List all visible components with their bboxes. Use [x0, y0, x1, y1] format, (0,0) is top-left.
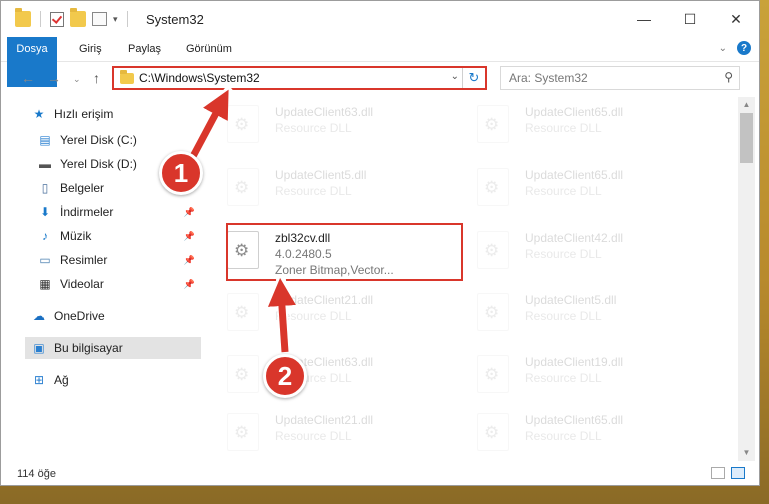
- file-item[interactable]: ⚙ UpdateClient5.dll Resource DLL: [205, 162, 435, 212]
- dll-file-icon: ⚙: [227, 413, 259, 451]
- back-arrow-icon[interactable]: ←: [21, 70, 35, 86]
- pin-icon[interactable]: 📌: [184, 207, 195, 218]
- file-item[interactable]: ⚙ UpdateClient21.dll Resource DLL: [205, 287, 435, 337]
- navigation-pane: ★ Hızlı erişim ▤ Yerel Disk (C:) ▬ Yerel…: [1, 97, 201, 461]
- help-icon[interactable]: ?: [737, 41, 751, 55]
- expand-ribbon-icon[interactable]: ⌄: [719, 43, 727, 54]
- file-item-zbl32cv[interactable]: ⚙ zbl32cv.dll 4.0.2480.5 Zoner Bitmap,Ve…: [205, 225, 435, 277]
- nav-pictures[interactable]: ▭ Resimler 📌: [37, 249, 201, 271]
- file-item[interactable]: ⚙ UpdateClient42.dll Resource DLL: [455, 225, 685, 275]
- dll-file-icon: ⚙: [477, 293, 509, 331]
- dll-file-icon: ⚙: [227, 231, 259, 269]
- search-icon[interactable]: ⚲: [724, 70, 733, 84]
- cloud-icon: ☁: [33, 309, 45, 323]
- nav-network[interactable]: ⊞ Ağ: [31, 369, 201, 391]
- computer-icon: ▣: [33, 341, 45, 355]
- properties-icon[interactable]: [92, 12, 107, 26]
- dll-file-icon: ⚙: [227, 355, 259, 393]
- qat-dropdown-icon[interactable]: ▾: [113, 14, 118, 25]
- tab-share[interactable]: Paylaş: [128, 37, 161, 61]
- dll-file-icon: ⚙: [477, 231, 509, 269]
- file-item[interactable]: ⚙ UpdateClient21.dll Resource DLL: [205, 407, 435, 457]
- dll-file-icon: ⚙: [477, 168, 509, 206]
- star-icon: ★: [33, 107, 45, 121]
- window-title: System32: [146, 12, 204, 27]
- forward-arrow-icon[interactable]: →: [47, 70, 61, 86]
- recent-locations-icon[interactable]: ⌄: [73, 74, 81, 85]
- file-item[interactable]: ⚙ UpdateClient5.dll Resource DLL: [455, 287, 685, 337]
- scrollbar-thumb[interactable]: [740, 113, 753, 163]
- pictures-icon: ▭: [39, 253, 51, 267]
- nav-drive-c[interactable]: ▤ Yerel Disk (C:): [37, 129, 201, 151]
- window-controls: — ☐ ✕: [621, 1, 759, 37]
- address-folder-icon: [120, 70, 134, 84]
- new-folder-icon[interactable]: [70, 8, 86, 27]
- nav-this-pc[interactable]: ▣ Bu bilgisayar: [25, 337, 201, 359]
- address-bar[interactable]: C:\Windows\System32 ⌄ ↻: [112, 66, 487, 90]
- nav-onedrive[interactable]: ☁ OneDrive: [31, 305, 201, 327]
- explorer-window: ▾ System32 — ☐ ✕ Dosya Giriş Paylaş Görü…: [0, 0, 760, 486]
- dll-file-icon: ⚙: [227, 168, 259, 206]
- download-icon: ⬇: [39, 205, 51, 219]
- network-icon: ⊞: [33, 373, 45, 387]
- pin-icon[interactable]: 📌: [184, 255, 195, 266]
- search-input[interactable]: Ara: System32: [509, 71, 588, 85]
- minimize-button[interactable]: —: [621, 1, 667, 37]
- tab-view[interactable]: Görünüm: [186, 37, 232, 61]
- step-badge-1: 1: [159, 151, 203, 195]
- music-icon: ♪: [42, 229, 48, 243]
- scroll-down-icon[interactable]: ▼: [738, 445, 755, 461]
- details-view-icon[interactable]: [711, 467, 725, 479]
- file-list: ⚙ UpdateClient63.dll Resource DLL ⚙ Upda…: [205, 97, 737, 461]
- address-path[interactable]: C:\Windows\System32: [139, 71, 260, 85]
- tab-home[interactable]: Giriş: [79, 37, 102, 61]
- file-item[interactable]: ⚙ UpdateClient65.dll Resource DLL: [455, 99, 685, 149]
- dll-file-icon: ⚙: [477, 413, 509, 451]
- navigation-bar: ← → ⌄ ↑ C:\Windows\System32 ⌄ ↻ Ara: Sys…: [1, 62, 759, 96]
- pin-icon[interactable]: 📌: [184, 231, 195, 242]
- file-item[interactable]: ⚙ UpdateClient19.dll Resource DLL: [455, 349, 685, 399]
- large-icons-view-icon[interactable]: [731, 467, 745, 479]
- ribbon-tabs: Dosya Giriş Paylaş Görünüm ⌄ ?: [1, 37, 759, 87]
- drive-icon: ▬: [39, 157, 51, 171]
- file-item[interactable]: ⚙ UpdateClient65.dll Resource DLL: [455, 407, 685, 457]
- properties-check-icon[interactable]: [50, 11, 64, 27]
- close-button[interactable]: ✕: [713, 1, 759, 37]
- nav-quick-access[interactable]: ★ Hızlı erişim: [31, 103, 201, 125]
- videos-icon: ▦: [39, 277, 51, 291]
- item-count: 114 öğe: [17, 468, 56, 480]
- nav-downloads[interactable]: ⬇ İndirmeler 📌: [37, 201, 201, 223]
- nav-music[interactable]: ♪ Müzik 📌: [37, 225, 201, 247]
- address-dropdown-icon[interactable]: ⌄: [451, 71, 459, 82]
- search-box[interactable]: Ara: System32 ⚲: [500, 66, 740, 90]
- dll-file-icon: ⚙: [477, 355, 509, 393]
- up-arrow-icon[interactable]: ↑: [93, 70, 100, 86]
- documents-icon: ▯: [41, 181, 49, 195]
- pin-icon[interactable]: 📌: [184, 279, 195, 290]
- dll-file-icon: ⚙: [227, 105, 259, 143]
- dll-file-icon: ⚙: [477, 105, 509, 143]
- drive-icon: ▤: [39, 133, 51, 147]
- folder-icon: [15, 8, 31, 27]
- status-bar: 114 öğe: [1, 463, 759, 485]
- quick-access-toolbar: ▾: [15, 8, 131, 27]
- scroll-up-icon[interactable]: ▲: [738, 97, 755, 113]
- step-badge-2: 2: [263, 354, 307, 398]
- dll-file-icon: ⚙: [227, 293, 259, 331]
- title-bar: ▾ System32 — ☐ ✕: [1, 1, 759, 37]
- maximize-button[interactable]: ☐: [667, 1, 713, 37]
- vertical-scrollbar[interactable]: ▲ ▼: [738, 97, 755, 461]
- refresh-icon[interactable]: ↻: [462, 68, 485, 88]
- nav-videos[interactable]: ▦ Videolar 📌: [37, 273, 201, 295]
- file-item[interactable]: ⚙ UpdateClient65.dll Resource DLL: [455, 162, 685, 212]
- file-item[interactable]: ⚙ UpdateClient63.dll Resource DLL: [205, 349, 435, 399]
- file-item[interactable]: ⚙ UpdateClient63.dll Resource DLL: [205, 99, 435, 149]
